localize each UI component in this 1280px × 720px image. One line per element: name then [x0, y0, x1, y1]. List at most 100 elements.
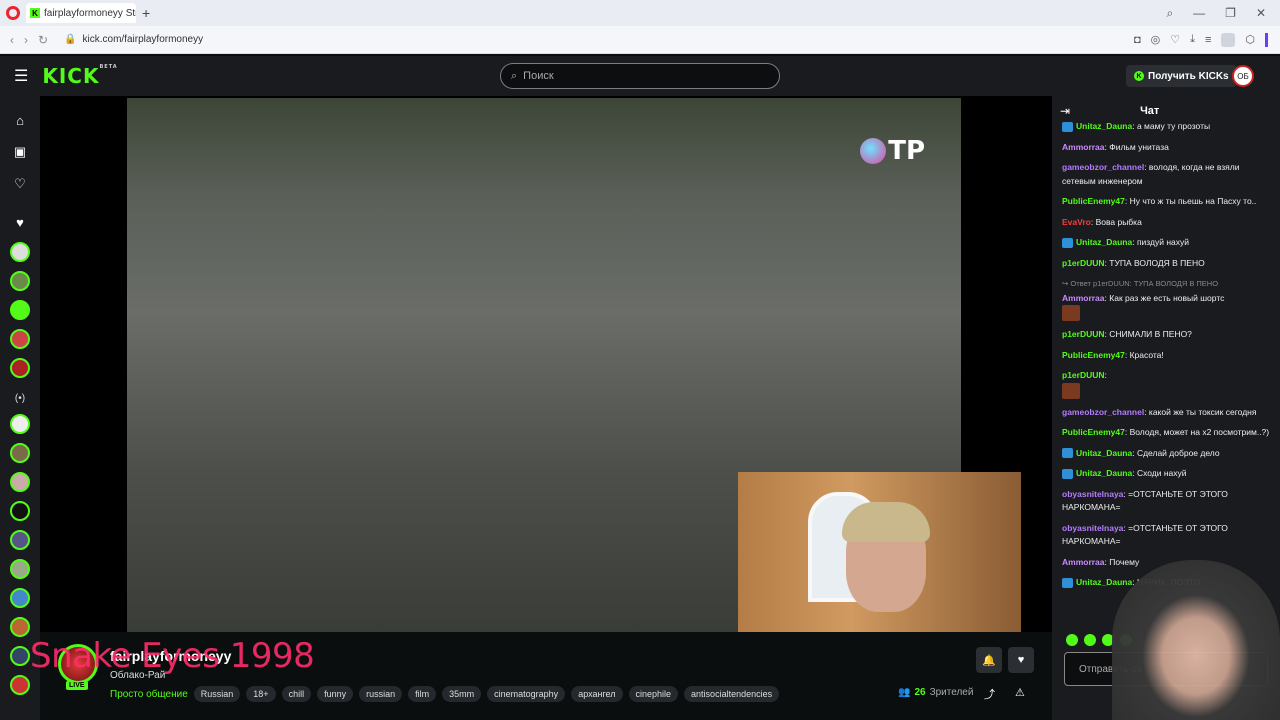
- follow-heart-button[interactable]: ♥: [1008, 647, 1034, 673]
- forward-icon[interactable]: ›: [24, 33, 28, 47]
- emote-icon[interactable]: [1066, 634, 1078, 646]
- back-icon[interactable]: ‹: [10, 33, 14, 47]
- chat-messages[interactable]: Unitaz_Dauna: а маму ту прозоты Ammorraa:…: [1062, 120, 1272, 630]
- tag-chip[interactable]: Russian: [193, 686, 241, 702]
- recommended-channel-avatar[interactable]: [10, 588, 30, 608]
- camera-icon[interactable]: ◘: [1134, 34, 1141, 46]
- chat-message[interactable]: gameobzor_channel: какой же ты токсик се…: [1062, 406, 1272, 420]
- chat-message[interactable]: EvaVro: Вова рыбка: [1062, 216, 1272, 230]
- search-tabs-icon[interactable]: ⌕: [1166, 6, 1173, 21]
- tag-chip[interactable]: cinephile: [628, 686, 679, 702]
- tag-chip[interactable]: film: [408, 686, 437, 702]
- share-icon[interactable]: ⤴: [984, 686, 995, 702]
- tag-chip[interactable]: antisocialtendencies: [684, 686, 780, 702]
- chat-username[interactable]: Unitaz_Dauna: [1076, 237, 1132, 247]
- maximize-icon[interactable]: ❐: [1225, 6, 1236, 21]
- opera-icon[interactable]: [6, 6, 20, 20]
- followed-channel-avatar[interactable]: [10, 329, 30, 349]
- chat-username[interactable]: p1erDUUN: [1062, 370, 1105, 380]
- chat-username[interactable]: Unitaz_Dauna: [1076, 448, 1132, 458]
- chat-message[interactable]: p1erDUUN: СНИМАЛИ В ПЕНО?: [1062, 328, 1272, 342]
- chat-username[interactable]: obyasnitelnaya: [1062, 523, 1123, 533]
- download-icon[interactable]: ⤓: [1190, 33, 1195, 46]
- shield-icon[interactable]: ◎: [1151, 33, 1161, 46]
- tag-chip[interactable]: funny: [317, 686, 354, 702]
- search-input[interactable]: ⌕ Поиск: [500, 63, 780, 89]
- chat-username[interactable]: obyasnitelnaya: [1062, 489, 1123, 499]
- profile-icon[interactable]: [1221, 32, 1236, 47]
- recommended-channel-avatar[interactable]: [10, 617, 30, 637]
- recommended-channel-avatar[interactable]: [10, 530, 30, 550]
- tag-chip[interactable]: russian: [359, 686, 403, 702]
- chat-username[interactable]: PublicEnemy47: [1062, 350, 1125, 360]
- hamburger-menu-icon[interactable]: ☰: [14, 66, 28, 86]
- recommended-channel-avatar[interactable]: [10, 501, 30, 521]
- emote-icon[interactable]: [1084, 634, 1096, 646]
- chat-message[interactable]: PublicEnemy47: Володя, может на x2 посмо…: [1062, 426, 1272, 440]
- recommended-channel-avatar[interactable]: [10, 646, 30, 666]
- tag-chip[interactable]: chill: [281, 686, 312, 702]
- close-window-icon[interactable]: ✕: [1256, 6, 1266, 21]
- extensions-icon[interactable]: ⬡: [1245, 33, 1255, 46]
- chat-username[interactable]: Ammorraa: [1062, 293, 1105, 303]
- followed-channel-avatar[interactable]: [10, 358, 30, 378]
- recommended-channel-avatar[interactable]: [10, 559, 30, 579]
- recommended-channel-avatar[interactable]: [10, 443, 30, 463]
- minimize-icon[interactable]: —: [1193, 6, 1205, 21]
- chat-username[interactable]: PublicEnemy47: [1062, 427, 1125, 437]
- browse-icon[interactable]: ▣: [14, 136, 26, 168]
- reload-icon[interactable]: ↻: [38, 33, 48, 47]
- chat-message[interactable]: Unitaz_Dauna: Сходи нахуй: [1062, 467, 1272, 481]
- chat-message[interactable]: ↪ Ответ p1erDUUN: ТУПА ВОЛОДЯ В ПЕНО Ammo…: [1062, 277, 1272, 321]
- chat-username[interactable]: p1erDUUN: [1062, 329, 1105, 339]
- home-icon[interactable]: ⌂: [16, 104, 24, 136]
- recommended-channel-avatar[interactable]: [10, 472, 30, 492]
- category-link[interactable]: Просто общение: [110, 689, 188, 700]
- chat-username[interactable]: Unitaz_Dauna: [1076, 577, 1132, 587]
- user-avatar[interactable]: ОБ: [1232, 65, 1254, 87]
- site-header: ☰ KICKBETA ⌕ Поиск K Получить KICKs ОБ: [0, 56, 1280, 96]
- heart-icon[interactable]: ♡: [1170, 33, 1180, 46]
- chat-message[interactable]: p1erDUUN: ТУПА ВОЛОДЯ В ПЕНО: [1062, 257, 1272, 271]
- report-icon[interactable]: ⚠: [1015, 686, 1025, 699]
- chat-username[interactable]: Ammorraa: [1062, 557, 1105, 567]
- notification-bell-button[interactable]: 🔔: [976, 647, 1002, 673]
- sidebar-toggle-icon[interactable]: [1265, 32, 1268, 47]
- chat-username[interactable]: EvaVro: [1062, 217, 1091, 227]
- tag-chip[interactable]: архангел: [571, 686, 623, 702]
- recommended-channel-avatar[interactable]: [10, 675, 30, 695]
- tag-chip[interactable]: 35mm: [442, 686, 482, 702]
- followed-channel-avatar[interactable]: [10, 242, 30, 262]
- tag-chip[interactable]: 18+: [246, 686, 276, 702]
- chat-message[interactable]: p1erDUUN:: [1062, 369, 1272, 399]
- chat-username[interactable]: Unitaz_Dauna: [1076, 468, 1132, 478]
- kick-logo[interactable]: KICKBETA: [42, 64, 117, 88]
- browser-tab[interactable]: K fairplayformoneyy Str ✕: [26, 3, 136, 23]
- chat-message[interactable]: PublicEnemy47: Красота!: [1062, 349, 1272, 363]
- get-kicks-button[interactable]: K Получить KICKs: [1126, 65, 1237, 87]
- chat-message[interactable]: gameobzor_channel: володя, когда не взял…: [1062, 161, 1272, 188]
- recommended-channel-avatar[interactable]: [10, 414, 30, 434]
- chat-message[interactable]: Unitaz_Dauna: Сделай доброе дело: [1062, 447, 1272, 461]
- chat-message[interactable]: Unitaz_Dauna: а маму ту прозоты: [1062, 120, 1272, 134]
- chat-message[interactable]: Unitaz_Dauna: пиздуй нахуй: [1062, 236, 1272, 250]
- chat-message[interactable]: Ammorraa: Фильм унитаза: [1062, 141, 1272, 155]
- chat-username[interactable]: Ammorraa: [1062, 142, 1105, 152]
- following-icon[interactable]: ♡: [14, 168, 26, 200]
- chat-message[interactable]: obyasnitelnaya: =ОТСТАНЬТЕ ОТ ЭТОГО НАРК…: [1062, 488, 1272, 515]
- followed-channel-avatar[interactable]: [10, 271, 30, 291]
- favorites-icon[interactable]: ♥: [16, 206, 24, 238]
- chat-username[interactable]: Unitaz_Dauna: [1076, 121, 1132, 131]
- tag-chip[interactable]: cinematography: [487, 686, 566, 702]
- followed-channel-avatar[interactable]: [10, 300, 30, 320]
- chat-username[interactable]: p1erDUUN: [1062, 258, 1105, 268]
- chat-username[interactable]: gameobzor_channel: [1062, 162, 1144, 172]
- new-tab-icon[interactable]: +: [142, 5, 150, 21]
- chat-username[interactable]: gameobzor_channel: [1062, 407, 1144, 417]
- chat-message[interactable]: PublicEnemy47: Ну что ж ты пьешь на Пасх…: [1062, 195, 1272, 209]
- collapse-chat-icon[interactable]: ⇥: [1060, 104, 1070, 118]
- menu-icon[interactable]: ≡: [1205, 34, 1211, 46]
- chat-message[interactable]: obyasnitelnaya: =ОТСТАНЬТЕ ОТ ЭТОГО НАРК…: [1062, 522, 1272, 549]
- url-field[interactable]: 🔒 kick.com/fairplayformoneyy: [64, 34, 203, 45]
- chat-username[interactable]: PublicEnemy47: [1062, 196, 1125, 206]
